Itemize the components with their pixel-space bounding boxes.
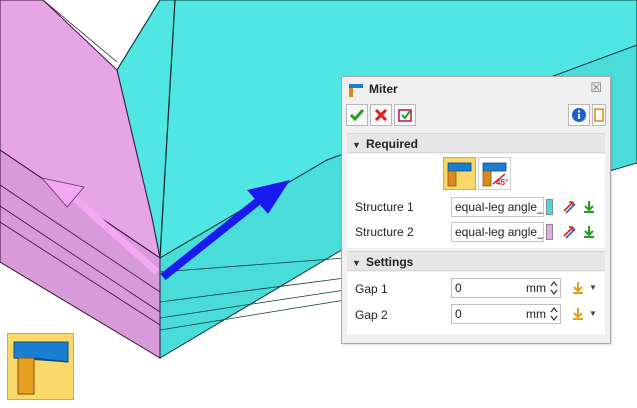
collapse-arrow-icon: ▼ [352,140,361,150]
swap-arrows-icon[interactable] [561,224,577,240]
close-icon[interactable]: ☒ [590,80,602,96]
gap-1-spinner-icon[interactable] [549,280,559,296]
dropdown-arrow-icon[interactable]: ▼ [589,309,597,318]
gap-2-input[interactable]: 0 mm [451,304,561,324]
gap-1-pick-icon[interactable] [570,280,586,296]
required-section-title: Required [366,137,419,151]
gap-1-unit: mm [526,281,546,295]
required-section-header[interactable]: ▼ Required [347,133,605,153]
gap-1-value: 0 [455,281,462,295]
gap-2-unit: mm [526,307,546,321]
structure-2-label: Structure 2 [355,225,414,239]
structure-1-field[interactable]: equal-leg angle_1 [451,197,544,217]
miter-command-button[interactable] [7,333,74,400]
settings-section-body: Gap 1 0 mm ▼ Gap 2 0 mm ▼ [347,272,605,334]
panel-title: Miter [369,82,398,96]
gap-2-label: Gap 2 [355,308,388,322]
miter-icon [349,84,363,97]
structure-1-color-swatch [546,199,553,215]
miter-command-icon [13,341,69,395]
structure-2-field[interactable]: equal-leg angle_1 [451,222,544,242]
apply-icon [398,109,412,122]
swap-arrows-icon[interactable] [561,199,577,215]
gap-2-value: 0 [455,307,462,321]
gap-2-pick-icon[interactable] [570,306,586,322]
settings-section-title: Settings [366,255,414,269]
help-button[interactable] [592,104,606,126]
settings-section-header[interactable]: ▼ Settings [347,251,605,271]
info-button[interactable] [568,104,590,126]
panel-toolbar [342,102,610,130]
required-section-body: 45° Structure 1 equal-leg angle_1 Struct… [347,154,605,248]
dropdown-arrow-icon[interactable]: ▼ [589,283,597,292]
gap-1-input[interactable]: 0 mm [451,278,561,298]
cancel-button[interactable] [370,104,392,126]
pick-download-icon[interactable] [581,224,597,240]
miter-angle-mode-icon: 45° [482,162,508,187]
structure-2-color-swatch [546,224,553,240]
gap-1-label: Gap 1 [355,282,388,296]
miter-panel: Miter ☒ ▼ Required 45° Structure 1 equal… [341,76,611,344]
collapse-arrow-icon: ▼ [352,258,361,268]
help-icon [594,108,604,122]
checkmark-icon [349,109,365,122]
svg-text:45°: 45° [496,178,508,187]
miter-angle-mode-button[interactable]: 45° [478,157,511,190]
apply-button[interactable] [394,104,416,126]
x-icon [374,108,388,122]
info-icon [572,108,586,122]
structure-1-label: Structure 1 [355,200,414,214]
pick-download-icon[interactable] [581,199,597,215]
miter-mode-icon [447,162,472,187]
ok-button[interactable] [346,104,368,126]
panel-titlebar: Miter ☒ [342,77,610,101]
gap-2-spinner-icon[interactable] [549,306,559,322]
miter-mode-button[interactable] [443,157,476,190]
